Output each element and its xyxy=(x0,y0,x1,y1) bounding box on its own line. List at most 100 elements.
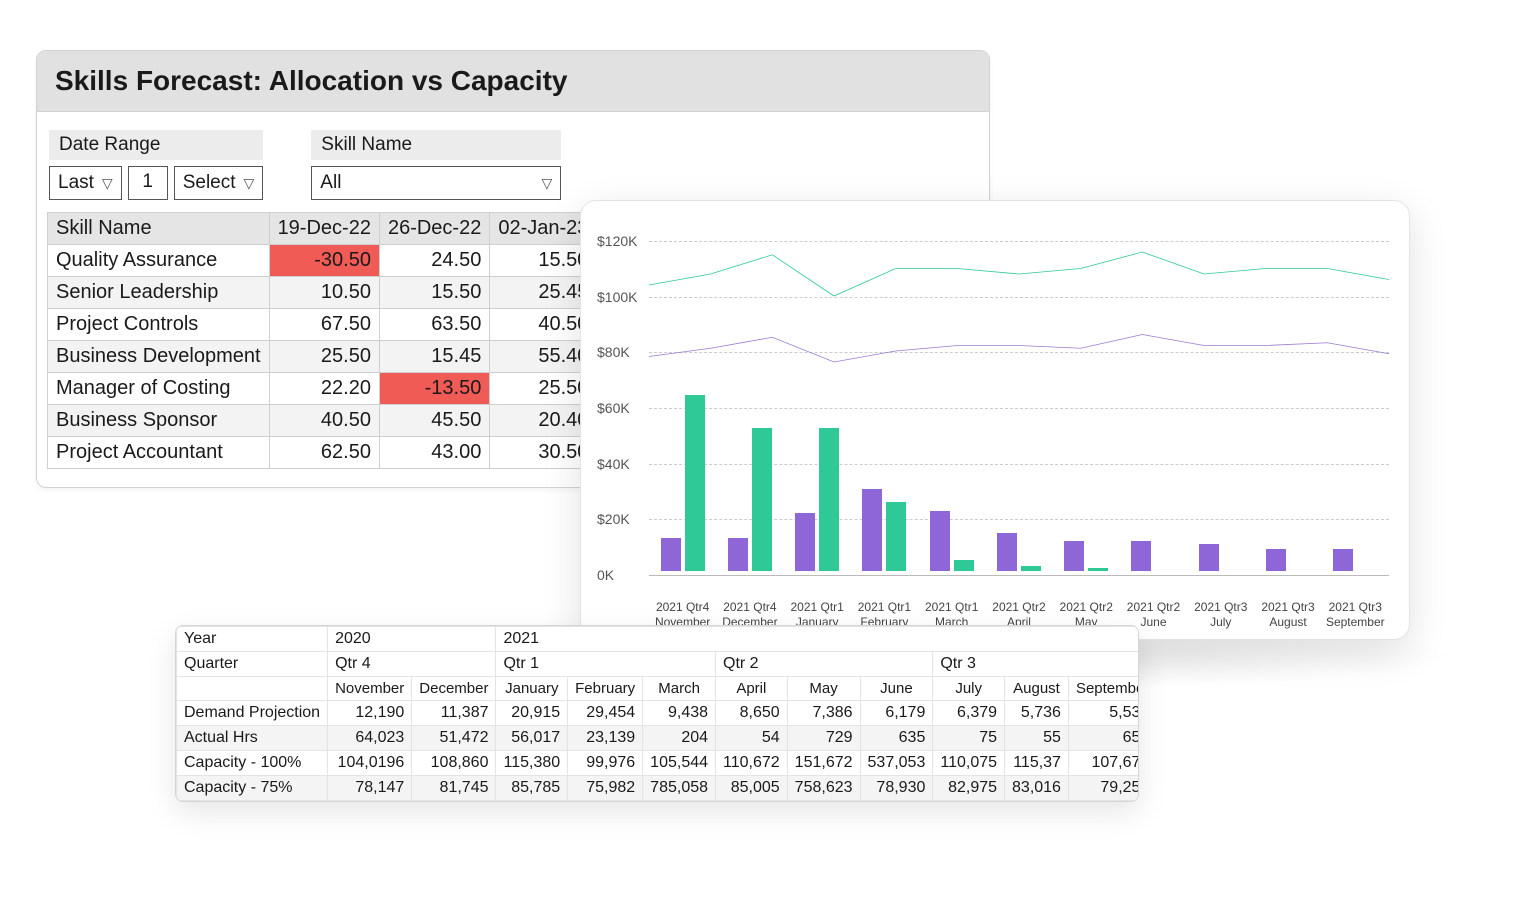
chart-card: 0K$20K$40K$60K$80K$100K$120K 2021 Qtr4No… xyxy=(580,200,1410,640)
skill-value-cell: 22.20 xyxy=(269,373,379,405)
pivot-quarter-header: Qtr 4 xyxy=(328,652,496,677)
filter-bar: Date Range Last ▽ 1 Select ▽ Skill Name … xyxy=(37,112,989,212)
chart-bar-group xyxy=(1120,241,1187,571)
skill-name-cell: Business Sponsor xyxy=(48,405,270,437)
date-range-label: Date Range xyxy=(49,130,263,160)
skill-value-cell: 43.00 xyxy=(379,437,489,469)
chevron-down-icon: ▽ xyxy=(542,175,553,192)
chart-bar-group xyxy=(918,241,985,571)
pivot-year-label: Year xyxy=(177,627,328,652)
pivot-month-header: December xyxy=(412,677,496,701)
pivot-value-cell: 78,147 xyxy=(328,776,412,801)
table-row: Senior Leadership10.5015.5025.45 xyxy=(48,277,597,309)
table-row: Capacity - 100%104,0196108,860115,38099,… xyxy=(177,751,1140,776)
chart-x-label: 2021 Qtr3August xyxy=(1254,600,1321,629)
pivot-quarter-header: Qtr 1 xyxy=(496,652,716,677)
table-row: Actual Hrs64,02351,47256,01723,139204547… xyxy=(177,726,1140,751)
table-row: Demand Projection12,19011,38720,91529,45… xyxy=(177,701,1140,726)
skill-name-select[interactable]: All ▽ xyxy=(311,166,561,200)
pivot-value-cell: 79,254 xyxy=(1068,776,1139,801)
pivot-value-cell: 81,745 xyxy=(412,776,496,801)
skill-value-cell: -30.50 xyxy=(269,245,379,277)
pivot-month-header: August xyxy=(1005,677,1069,701)
pivot-value-cell: 5,736 xyxy=(1005,701,1069,726)
pivot-value-cell: 64,023 xyxy=(328,726,412,751)
chart-bar-group xyxy=(784,241,851,571)
chart-bar-demand xyxy=(1064,541,1084,571)
pivot-value-cell: 650 xyxy=(1068,726,1139,751)
date-range-mode-value: Last xyxy=(58,172,94,194)
pivot-value-cell: 51,472 xyxy=(412,726,496,751)
pivot-value-cell: 110,075 xyxy=(933,751,1005,776)
skills-table-col-header: 26-Dec-22 xyxy=(379,213,489,245)
pivot-table: Year20202021QuarterQtr 4Qtr 1Qtr 2Qtr 3N… xyxy=(176,626,1139,801)
table-row: Project Accountant62.5043.0030.50 xyxy=(48,437,597,469)
table-row: Business Sponsor40.5045.5020.40 xyxy=(48,405,597,437)
date-range-mode-select[interactable]: Last ▽ xyxy=(49,166,122,200)
chart-bar-group xyxy=(985,241,1052,571)
chart-bar-demand xyxy=(997,533,1017,572)
pivot-value-cell: 204 xyxy=(643,726,716,751)
pivot-value-cell: 635 xyxy=(860,726,933,751)
skills-table: Skill Name19-Dec-2226-Dec-2202-Jan-23 Qu… xyxy=(47,212,597,469)
pivot-value-cell: 23,139 xyxy=(568,726,643,751)
skill-name-cell: Project Accountant xyxy=(48,437,270,469)
skill-value-cell: 62.50 xyxy=(269,437,379,469)
table-row: Capacity - 75%78,14781,74585,78575,98278… xyxy=(177,776,1140,801)
skill-name-cell: Business Development xyxy=(48,341,270,373)
pivot-year-header: 2021 xyxy=(496,627,1139,652)
panel-title: Skills Forecast: Allocation vs Capacity xyxy=(37,51,989,112)
chart-x-label: 2021 Qtr3July xyxy=(1187,600,1254,629)
chart-bar-actual xyxy=(954,560,974,571)
pivot-value-cell: 82,975 xyxy=(933,776,1005,801)
table-row: QuarterQtr 4Qtr 1Qtr 2Qtr 3 xyxy=(177,652,1140,677)
date-range-count-input[interactable]: 1 xyxy=(128,166,168,200)
pivot-value-cell: 54 xyxy=(716,726,788,751)
pivot-value-cell: 11,387 xyxy=(412,701,496,726)
pivot-month-header: May xyxy=(787,677,860,701)
chart-bar-demand xyxy=(862,489,882,572)
chart-bar-group xyxy=(851,241,918,571)
table-row: Business Development25.5015.4555.40 xyxy=(48,341,597,373)
skill-name-cell: Manager of Costing xyxy=(48,373,270,405)
chart-y-tick: 0K xyxy=(597,567,614,583)
pivot-month-header: July xyxy=(933,677,1005,701)
pivot-value-cell: 5,530 xyxy=(1068,701,1139,726)
chart-bar-demand xyxy=(795,513,815,571)
skill-name-cell: Senior Leadership xyxy=(48,277,270,309)
date-range-unit-select[interactable]: Select ▽ xyxy=(174,166,264,200)
pivot-value-cell: 6,379 xyxy=(933,701,1005,726)
chart-plot-area xyxy=(649,241,1389,571)
pivot-value-cell: 151,672 xyxy=(787,751,860,776)
pivot-month-header: June xyxy=(860,677,933,701)
pivot-value-cell: 78,930 xyxy=(860,776,933,801)
pivot-value-cell: 85,785 xyxy=(496,776,568,801)
chart-bar-demand xyxy=(1199,544,1219,572)
chevron-down-icon: ▽ xyxy=(102,175,113,192)
chart-bar-demand xyxy=(661,538,681,571)
chart-x-label: 2021 Qtr3September xyxy=(1322,600,1389,629)
skill-value-cell: 15.45 xyxy=(379,341,489,373)
skill-value-cell: 40.50 xyxy=(269,405,379,437)
skill-value-cell: 25.50 xyxy=(269,341,379,373)
pivot-value-cell: 8,650 xyxy=(716,701,788,726)
chart-bar-actual xyxy=(752,428,772,571)
pivot-month-header: February xyxy=(568,677,643,701)
pivot-month-header: September xyxy=(1068,677,1139,701)
pivot-row-label: Actual Hrs xyxy=(177,726,328,751)
pivot-value-cell: 55 xyxy=(1005,726,1069,751)
pivot-value-cell: 20,915 xyxy=(496,701,568,726)
skill-name-cell: Project Controls xyxy=(48,309,270,341)
pivot-value-cell: 785,058 xyxy=(643,776,716,801)
chart-y-tick: $120K xyxy=(597,233,637,249)
skill-value-cell: 45.50 xyxy=(379,405,489,437)
pivot-quarter-label: Quarter xyxy=(177,652,328,677)
chart-bar-demand xyxy=(1131,541,1151,571)
chart-y-tick: $100K xyxy=(597,289,637,305)
skill-value-cell: 15.50 xyxy=(379,277,489,309)
chevron-down-icon: ▽ xyxy=(244,175,255,192)
pivot-month-header: January xyxy=(496,677,568,701)
table-row: Year20202021 xyxy=(177,627,1140,652)
pivot-value-cell: 83,016 xyxy=(1005,776,1069,801)
pivot-value-cell: 85,005 xyxy=(716,776,788,801)
